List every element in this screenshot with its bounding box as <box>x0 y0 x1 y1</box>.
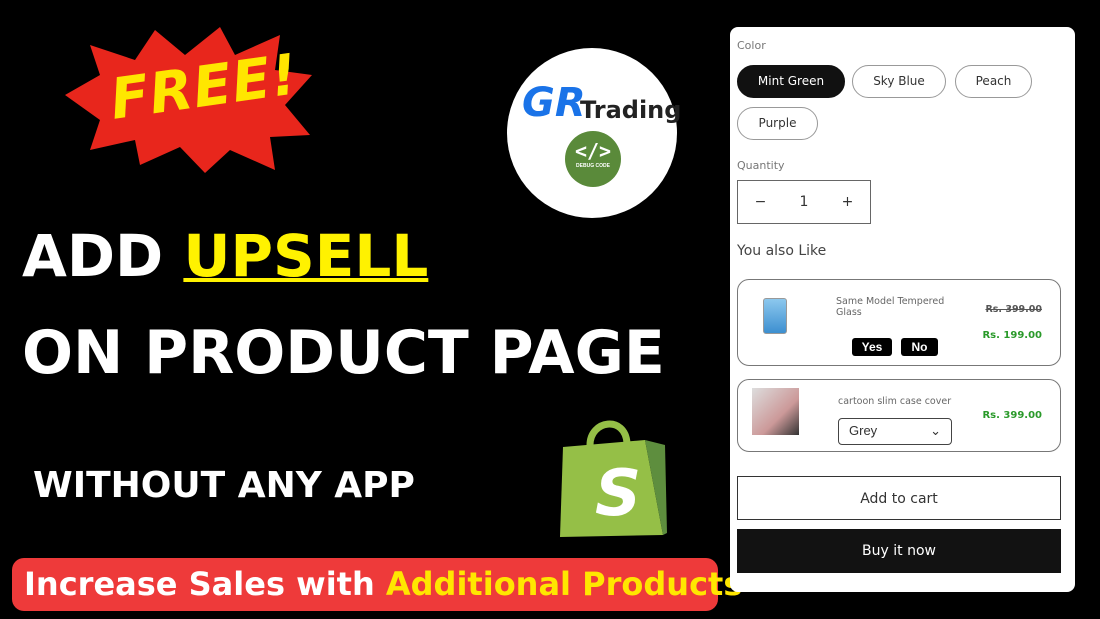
upsell-card: Same Model Tempered Glass Rs. 399.00 Rs.… <box>737 279 1061 366</box>
headline-line3: WITHOUT ANY APP <box>33 465 415 506</box>
upsell-card: cartoon slim case cover Rs. 399.00 Grey ⌄ <box>737 379 1061 452</box>
upsell-yes-button[interactable]: Yes <box>852 338 892 356</box>
quantity-input[interactable]: 1 <box>800 194 809 210</box>
add-to-cart-button[interactable]: Add to cart <box>737 476 1061 520</box>
variant-select[interactable]: Grey ⌄ <box>838 418 952 445</box>
upsell-price: Rs. 399.00 <box>982 410 1042 421</box>
buy-now-button[interactable]: Buy it now <box>737 529 1061 573</box>
quantity-label: Quantity <box>737 159 785 172</box>
upsell-old-price: Rs. 399.00 <box>985 304 1042 315</box>
headline-line1: ADD UPSELL <box>22 222 429 290</box>
color-label: Color <box>737 39 766 52</box>
quantity-stepper: − 1 + <box>737 180 871 224</box>
tempered-glass-image <box>763 298 787 334</box>
gr-trading-logo: GR Trading </> DEBUG CODE <box>507 48 681 218</box>
svg-text:S: S <box>595 457 641 531</box>
upsell-name: Same Model Tempered Glass <box>836 296 945 318</box>
case-cover-image <box>752 388 799 435</box>
color-option-mint-green[interactable]: Mint Green <box>737 65 845 98</box>
debug-code-logo: </> DEBUG CODE <box>565 131 621 187</box>
color-option-sky-blue[interactable]: Sky Blue <box>852 65 946 98</box>
shopify-bag-icon: S <box>560 420 667 537</box>
product-form: Color Mint Green Sky Blue Peach Purple Q… <box>730 27 1075 592</box>
color-option-peach[interactable]: Peach <box>955 65 1032 98</box>
chevron-down-icon: ⌄ <box>930 423 941 438</box>
upsell-no-button[interactable]: No <box>901 338 938 356</box>
cta-banner: Increase Sales with Additional Products <box>12 558 742 611</box>
headline-line2: ON PRODUCT PAGE <box>22 318 665 388</box>
minus-button[interactable]: − <box>755 194 767 210</box>
upsell-name: cartoon slim case cover <box>838 396 952 407</box>
upsell-title: You also Like <box>737 243 827 259</box>
plus-button[interactable]: + <box>842 194 854 210</box>
color-option-purple[interactable]: Purple <box>737 107 818 140</box>
upsell-price: Rs. 199.00 <box>982 330 1042 341</box>
